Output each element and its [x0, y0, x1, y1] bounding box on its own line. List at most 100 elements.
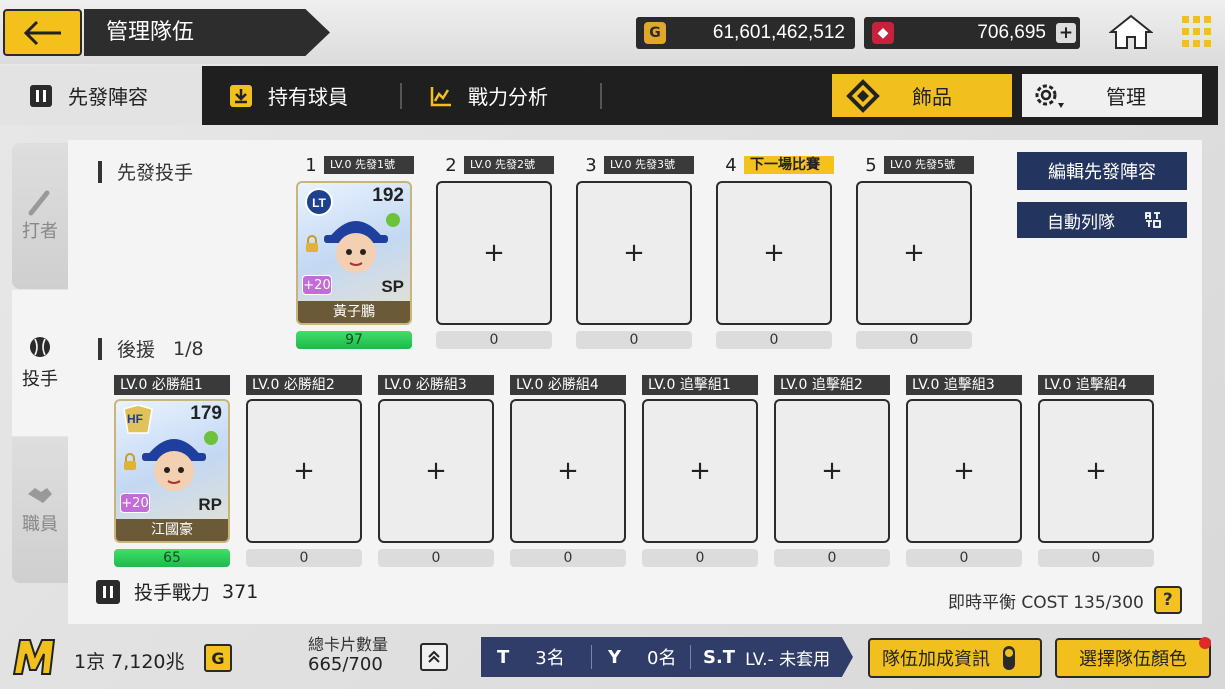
- player-card-starter-1[interactable]: LT 192 +20 SP 黃子鵬: [296, 181, 412, 325]
- slot-power-value: 0: [378, 549, 494, 567]
- empty-slot-relief-5[interactable]: +: [642, 399, 758, 543]
- gear-icon: [1035, 84, 1064, 108]
- add-player-icon: +: [623, 238, 645, 268]
- player-portrait: [142, 439, 206, 491]
- player-card-relief-1[interactable]: HF 179 +20 RP 江國豪: [114, 399, 230, 543]
- arrow-left-icon: [23, 20, 61, 45]
- slot-power-value: 97: [296, 331, 412, 349]
- tab-analysis[interactable]: 戰力分析: [430, 66, 548, 125]
- upgrade-badge: +20: [302, 275, 332, 295]
- relief-count: 1/8: [173, 337, 204, 360]
- sidebar-staff-label: 職員: [22, 514, 58, 535]
- slot-tag: LV.0 追擊組1: [642, 375, 758, 395]
- slot-tag: LV.0 追擊組3: [906, 375, 1022, 395]
- auto-lineup-button[interactable]: 自動列隊: [1017, 202, 1187, 238]
- empty-slot-relief-4[interactable]: +: [510, 399, 626, 543]
- upgrade-badge: +20: [120, 493, 150, 513]
- slot-tag: LV.0 先發1號: [324, 156, 414, 174]
- tab-divider: [400, 83, 402, 109]
- team-t-label: T: [497, 646, 510, 668]
- starter-slot-header: 5 LV.0 先發5號: [858, 155, 974, 176]
- empty-slot-starter-4[interactable]: +: [716, 181, 832, 325]
- gem-value: 706,695: [977, 22, 1046, 43]
- tab-bar: 先發陣容 持有球員 戰力分析 飾品 管理: [0, 66, 1218, 125]
- empty-slot-relief-2[interactable]: +: [246, 399, 362, 543]
- next-game-tag: 下一場比賽: [744, 156, 834, 174]
- add-gems-button[interactable]: +: [1056, 23, 1076, 43]
- team-t-cell: T 3名: [481, 644, 591, 670]
- card-count-label: 總卡片數量: [308, 635, 389, 654]
- help-button[interactable]: ?: [1153, 586, 1182, 614]
- team-bonus-label: 隊伍加成資訊: [882, 649, 990, 670]
- tab-lineup[interactable]: 先發陣容: [0, 66, 202, 125]
- top-bar: 管理隊伍 G 61,601,462,512 ◆ 706,695 +: [0, 0, 1225, 64]
- slot-power-value: 0: [576, 331, 692, 349]
- add-player-icon: +: [821, 456, 843, 486]
- starter-slot-header: 2 LV.0 先發2號: [438, 155, 554, 176]
- slot-tag: LV.0 必勝組4: [510, 375, 626, 395]
- diamond-icon: [846, 78, 880, 113]
- slot-power-value: 0: [774, 549, 890, 567]
- team-color-label: 選擇隊伍顏色: [1079, 649, 1187, 670]
- slot-power-value: 0: [906, 549, 1022, 567]
- empty-slot-relief-8[interactable]: +: [1038, 399, 1154, 543]
- relief-slot-header: LV.0 必勝組2: [246, 375, 362, 395]
- relief-slot-header: LV.0 追擊組2: [774, 375, 890, 395]
- empty-slot-starter-2[interactable]: +: [436, 181, 552, 325]
- relief-section-title: 後援 1/8: [98, 335, 204, 362]
- slot-tag: LV.0 先發2號: [464, 156, 554, 174]
- add-player-icon: +: [1085, 456, 1107, 486]
- pitcher-power-label: 投手戰力: [134, 582, 211, 604]
- slot-number: 4: [725, 154, 737, 176]
- game-logo: [12, 639, 56, 675]
- slot-power-value: 0: [246, 549, 362, 567]
- accessory-label: 飾品: [912, 85, 952, 109]
- money-amount: 1京 7,120兆: [74, 651, 185, 673]
- add-player-icon: +: [903, 238, 925, 268]
- add-player-icon: +: [763, 238, 785, 268]
- empty-slot-relief-7[interactable]: +: [906, 399, 1022, 543]
- empty-slot-relief-3[interactable]: +: [378, 399, 494, 543]
- empty-slot-starter-3[interactable]: +: [576, 181, 692, 325]
- menu-grid-icon[interactable]: [1180, 14, 1214, 50]
- team-st-value: LV.- 未套用: [745, 649, 831, 670]
- starter-slot-header: 3 LV.0 先發3號: [578, 155, 694, 176]
- starters-title: 先發投手: [117, 162, 194, 184]
- expand-button[interactable]: [420, 643, 448, 671]
- section-bar: [98, 160, 102, 183]
- back-button[interactable]: [3, 9, 82, 56]
- cost-balance: 即時平衡 COST 135/300 ?: [948, 586, 1182, 614]
- slot-power-value: 0: [716, 331, 832, 349]
- sidebar-pitcher-label: 投手: [22, 369, 58, 390]
- sidebar-item-pitcher[interactable]: 投手: [12, 290, 68, 436]
- slot-tag: LV.0 先發5號: [884, 156, 974, 174]
- player-portrait: [324, 221, 388, 273]
- tab-owned-players[interactable]: 持有球員: [230, 66, 348, 125]
- team-y-cell: Y 0名: [592, 644, 690, 670]
- player-name: 黃子鵬: [298, 301, 410, 323]
- edit-lineup-button[interactable]: 編輯先發陣容: [1017, 152, 1187, 190]
- relief-title: 後援: [117, 339, 156, 361]
- team-y-label: Y: [608, 646, 622, 668]
- notification-dot: [1199, 637, 1211, 649]
- accessory-button[interactable]: 飾品: [832, 74, 1012, 117]
- team-bonus-info-button[interactable]: 隊伍加成資訊: [868, 638, 1042, 678]
- add-player-icon: +: [953, 456, 975, 486]
- manage-button[interactable]: 管理: [1022, 74, 1202, 117]
- relief-slot-header: LV.0 必勝組3: [378, 375, 494, 395]
- sidebar-batter-label: 打者: [22, 221, 58, 242]
- slot-power-value: 65: [114, 549, 230, 567]
- team-color-button[interactable]: 選擇隊伍顏色: [1055, 637, 1211, 678]
- home-icon[interactable]: [1109, 14, 1153, 50]
- empty-slot-relief-6[interactable]: +: [774, 399, 890, 543]
- slot-tag: LV.0 必勝組2: [246, 375, 362, 395]
- sidebar-item-staff[interactable]: 職員: [12, 437, 68, 583]
- page-title: 管理隊伍: [84, 9, 330, 56]
- team-composition-strip[interactable]: T 3名 Y 0名 S.T LV.- 未套用: [481, 637, 853, 677]
- tab-owned-label: 持有球員: [268, 85, 348, 109]
- sidebar-item-batter[interactable]: 打者: [12, 143, 68, 289]
- empty-slot-starter-5[interactable]: +: [856, 181, 972, 325]
- player-position: SP: [381, 277, 404, 296]
- player-name: 江國豪: [116, 519, 228, 541]
- card-count: 總卡片數量 665/700: [308, 635, 388, 675]
